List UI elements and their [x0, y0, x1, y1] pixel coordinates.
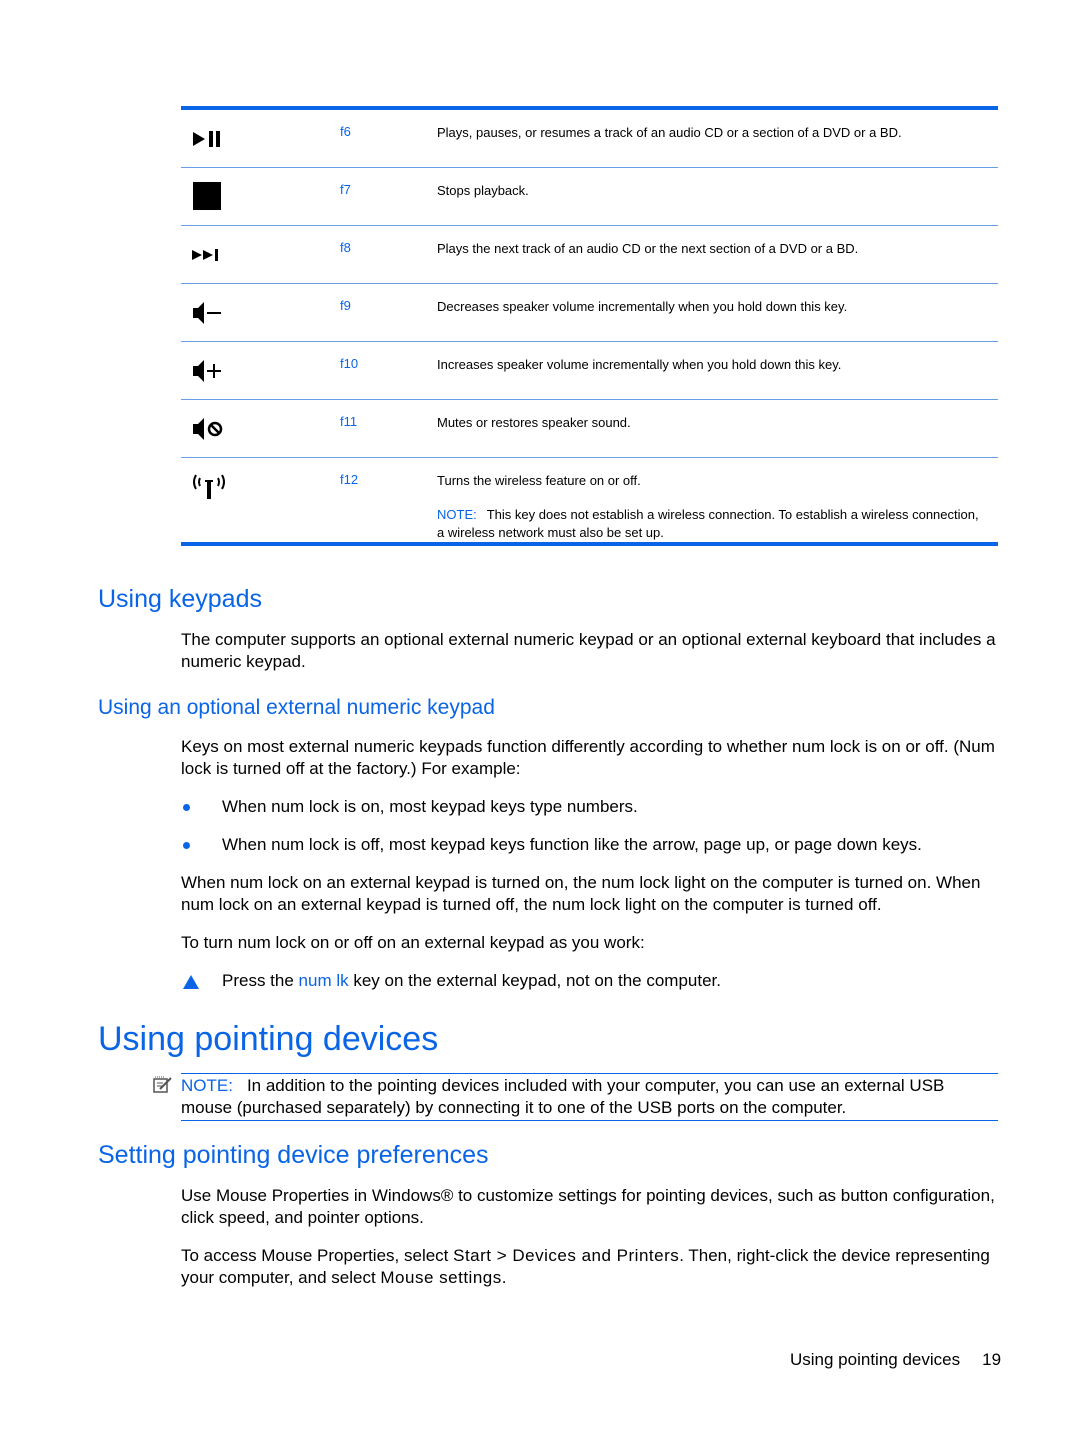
bullet-icon	[183, 842, 190, 849]
preferences-paragraph-1: Use Mouse Properties in Windows® to cust…	[181, 1186, 995, 1227]
key-label: f10	[340, 356, 359, 371]
note-box: NOTE: In addition to the pointing devices…	[181, 1073, 998, 1121]
heading-external-keypad: Using an optional external numeric keypa…	[98, 696, 495, 719]
note-icon	[153, 1076, 172, 1093]
table-row: f6 Plays, pauses, or resumes a track of …	[181, 110, 998, 168]
volume-down-icon	[193, 302, 221, 324]
function-key-table: f6 Plays, pauses, or resumes a track of …	[181, 106, 998, 546]
key-description: Decreases speaker volume incrementally w…	[437, 299, 848, 314]
key-description: Mutes or restores speaker sound.	[437, 415, 631, 430]
num-lk-key: num lk	[298, 971, 349, 990]
external-keypad-intro: Keys on most external numeric keypads fu…	[181, 737, 995, 778]
table-row: f7 Stops playback.	[181, 168, 998, 226]
note-label: NOTE:	[437, 507, 477, 522]
key-label: f7	[340, 182, 351, 197]
keypads-paragraph: The computer supports an optional extern…	[181, 630, 996, 671]
page-footer: Using pointing devices 19	[790, 1350, 1001, 1370]
key-label: f6	[340, 124, 351, 139]
heading-using-keypads: Using keypads	[98, 585, 262, 613]
table-note: NOTE: This key does not establish a wirel…	[437, 506, 987, 542]
mute-icon	[193, 418, 223, 440]
key-description: Increases speaker volume incrementally w…	[437, 357, 842, 372]
num-lock-instruction: To turn num lock on or off on an externa…	[181, 933, 645, 952]
volume-up-icon	[193, 360, 221, 382]
note-text: This key does not establish a wireless c…	[437, 507, 979, 540]
table-row: f9 Decreases speaker volume incrementall…	[181, 284, 998, 342]
key-label: f9	[340, 298, 351, 313]
menu-item: Mouse settings	[380, 1268, 502, 1287]
key-description: Plays the next track of an audio CD or t…	[437, 241, 859, 256]
table-row: f11 Mutes or restores speaker sound.	[181, 400, 998, 458]
heading-preferences: Setting pointing device preferences	[98, 1141, 489, 1169]
stop-icon	[193, 182, 221, 210]
key-description: Turns the wireless feature on or off.	[437, 473, 641, 488]
key-description: Stops playback.	[437, 183, 529, 198]
page-number: 19	[982, 1350, 1002, 1369]
table-row: f10 Increases speaker volume incremental…	[181, 342, 998, 400]
step-triangle-icon	[183, 975, 199, 989]
note-label: NOTE:	[181, 1076, 233, 1095]
key-label: f8	[340, 240, 351, 255]
wireless-icon	[193, 474, 225, 499]
key-label: f12	[340, 472, 359, 487]
next-track-icon	[192, 249, 218, 261]
menu-path: Start > Devices and Printers	[453, 1246, 680, 1265]
note-text: In addition to the pointing devices incl…	[181, 1076, 945, 1117]
bullet-icon	[183, 804, 190, 811]
key-label: f11	[340, 414, 358, 429]
key-description: Plays, pauses, or resumes a track of an …	[437, 125, 902, 140]
heading-pointing-devices: Using pointing devices	[98, 1020, 439, 1058]
footer-section: Using pointing devices	[790, 1350, 961, 1369]
table-row: f8 Plays the next track of an audio CD o…	[181, 226, 998, 284]
num-lock-light-paragraph: When num lock on an external keypad is t…	[181, 873, 981, 914]
play-pause-icon	[193, 131, 220, 147]
preferences-paragraph-2: To access Mouse Properties, select Start…	[181, 1246, 990, 1287]
table-row: f12 Turns the wireless feature on or off…	[181, 458, 998, 542]
